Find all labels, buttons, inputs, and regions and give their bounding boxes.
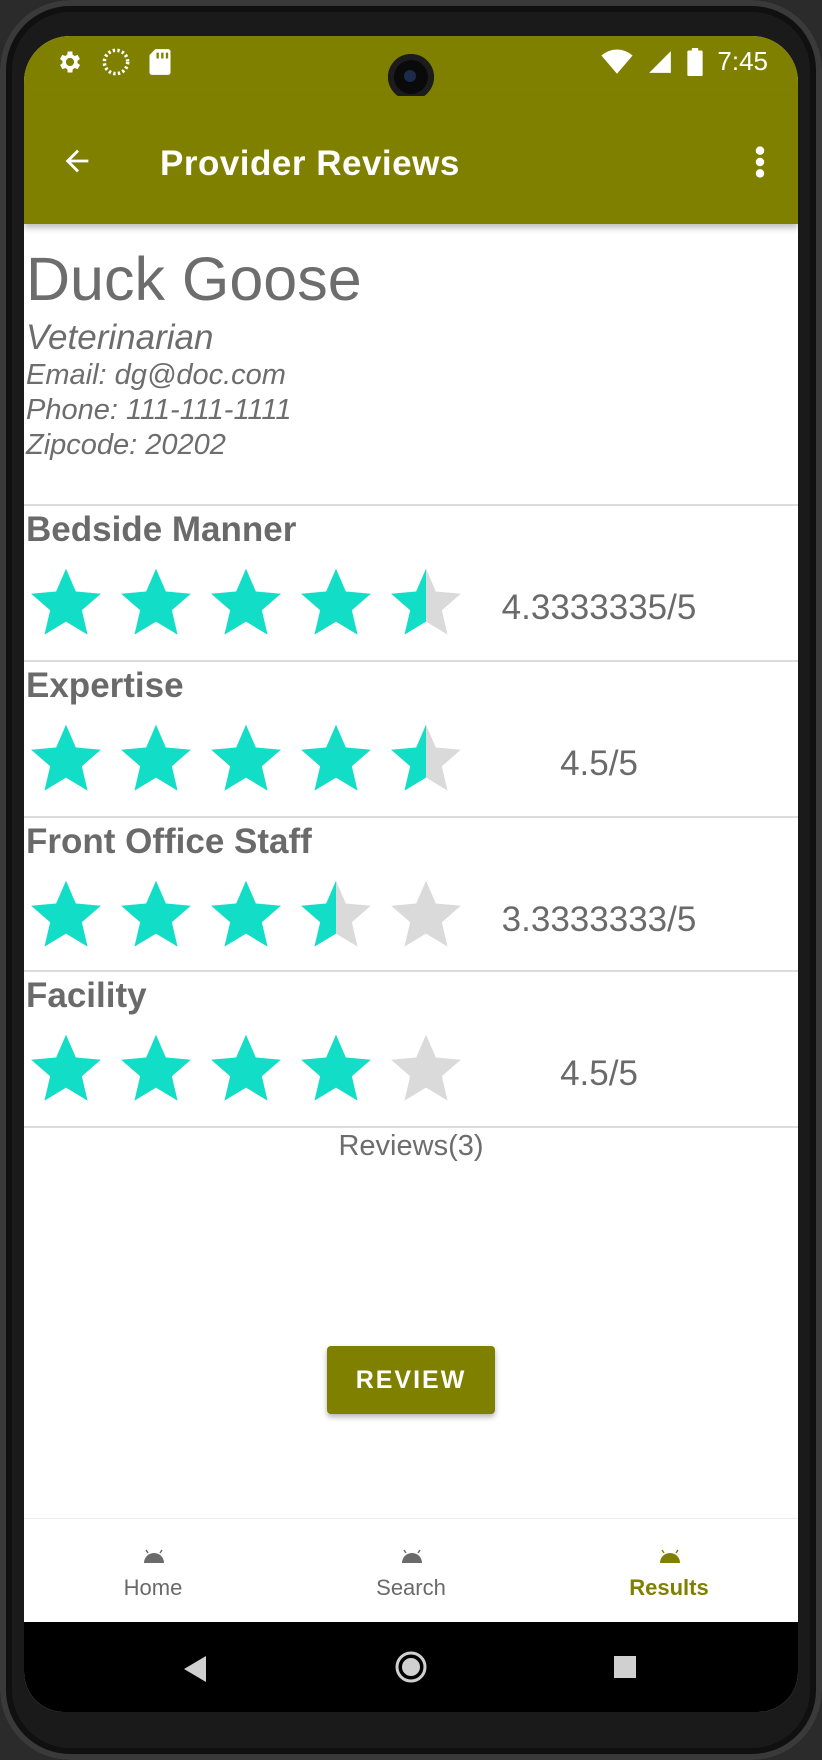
back-button[interactable] [52, 136, 102, 186]
rating-stars[interactable] [28, 720, 464, 796]
nav-label: Home [123, 1575, 183, 1600]
page-title: Provider Reviews [160, 144, 460, 183]
sync-spinner-icon [102, 48, 130, 76]
rating-front-office-staff: Front Office Staff 3.3333333/5 [24, 818, 798, 968]
star-icon[interactable] [28, 720, 104, 796]
star-icon[interactable] [298, 1030, 374, 1106]
rating-label: Expertise [26, 666, 184, 705]
star-icon[interactable] [298, 564, 374, 640]
status-bar: 7:45 [24, 36, 798, 100]
star-icon[interactable] [208, 564, 284, 640]
settings-gear-icon [59, 51, 81, 73]
reviews-count-link[interactable]: Reviews(3) [24, 1130, 798, 1163]
star-icon[interactable] [388, 564, 464, 640]
android-icon [144, 1549, 164, 1563]
status-time: 7:45 [717, 46, 768, 76]
nav-label: Results [629, 1575, 709, 1600]
front-camera [388, 54, 434, 100]
bottom-navigation: Home Search Results [24, 1518, 798, 1623]
star-icon[interactable] [298, 720, 374, 796]
rating-label: Facility [26, 976, 147, 1015]
arrow-back-icon [65, 149, 89, 173]
wifi-icon [601, 49, 633, 74]
cell-signal-icon [649, 50, 672, 73]
star-icon[interactable] [298, 876, 374, 952]
status-right-icons: 7:45 [601, 46, 768, 77]
rating-label: Bedside Manner [26, 510, 297, 549]
android-icon [402, 1549, 422, 1563]
star-icon[interactable] [388, 876, 464, 952]
rating-stars[interactable] [28, 1030, 464, 1106]
provider-name: Duck Goose [26, 245, 362, 313]
battery-icon [687, 47, 704, 76]
rating-facility: Facility 4.5/5 [24, 972, 798, 1122]
provider-zipcode: Zipcode: 20202 [26, 429, 226, 461]
star-icon[interactable] [208, 876, 284, 952]
star-icon[interactable] [118, 876, 194, 952]
provider-phone: Phone: 111-111-1111 [26, 394, 292, 426]
rating-bedside-manner: Bedside Manner 4.3333335/5 [24, 506, 798, 656]
nav-item-results[interactable]: Results [540, 1519, 798, 1623]
provider-info: Duck Goose Veterinarian Email: dg@doc.co… [26, 244, 362, 463]
star-icon[interactable] [28, 876, 104, 952]
system-navigation-bar [24, 1622, 798, 1712]
star-icon[interactable] [388, 720, 464, 796]
home-circle-icon[interactable] [394, 1650, 428, 1684]
star-icon[interactable] [208, 720, 284, 796]
sd-card-icon [149, 49, 171, 75]
back-triangle-icon[interactable] [184, 1656, 206, 1682]
nav-item-home[interactable]: Home [24, 1519, 282, 1623]
overflow-menu-button[interactable] [740, 134, 780, 190]
star-icon[interactable] [208, 1030, 284, 1106]
provider-email: Email: dg@doc.com [26, 359, 286, 391]
star-icon[interactable] [118, 564, 194, 640]
rating-value: 3.3333333/5 [501, 900, 697, 939]
app-screen: 7:45 Provider Reviews Duck Goose Veterin… [24, 36, 798, 1712]
rating-label: Front Office Staff [26, 822, 312, 861]
rating-stars[interactable] [28, 564, 464, 640]
star-icon[interactable] [118, 720, 194, 796]
star-icon[interactable] [118, 1030, 194, 1106]
rating-value: 4.3333335/5 [501, 588, 697, 627]
star-icon[interactable] [28, 564, 104, 640]
divider [24, 1126, 798, 1128]
nav-label: Search [376, 1575, 446, 1600]
review-button[interactable]: REVIEW [327, 1346, 495, 1414]
rating-value: 4.5/5 [560, 744, 638, 783]
star-icon[interactable] [388, 1030, 464, 1106]
device-frame: 7:45 Provider Reviews Duck Goose Veterin… [0, 0, 822, 1760]
more-vert-icon [755, 146, 765, 178]
star-icon[interactable] [28, 1030, 104, 1106]
rating-value: 4.5/5 [560, 1054, 638, 1093]
status-left-icons [56, 48, 172, 76]
app-bar: Provider Reviews [24, 96, 798, 224]
provider-type: Veterinarian [26, 318, 214, 357]
recents-square-icon[interactable] [614, 1656, 636, 1678]
android-icon [660, 1549, 680, 1563]
rating-expertise: Expertise 4.5/5 [24, 662, 798, 812]
nav-item-search[interactable]: Search [282, 1519, 540, 1623]
rating-stars[interactable] [28, 876, 464, 952]
